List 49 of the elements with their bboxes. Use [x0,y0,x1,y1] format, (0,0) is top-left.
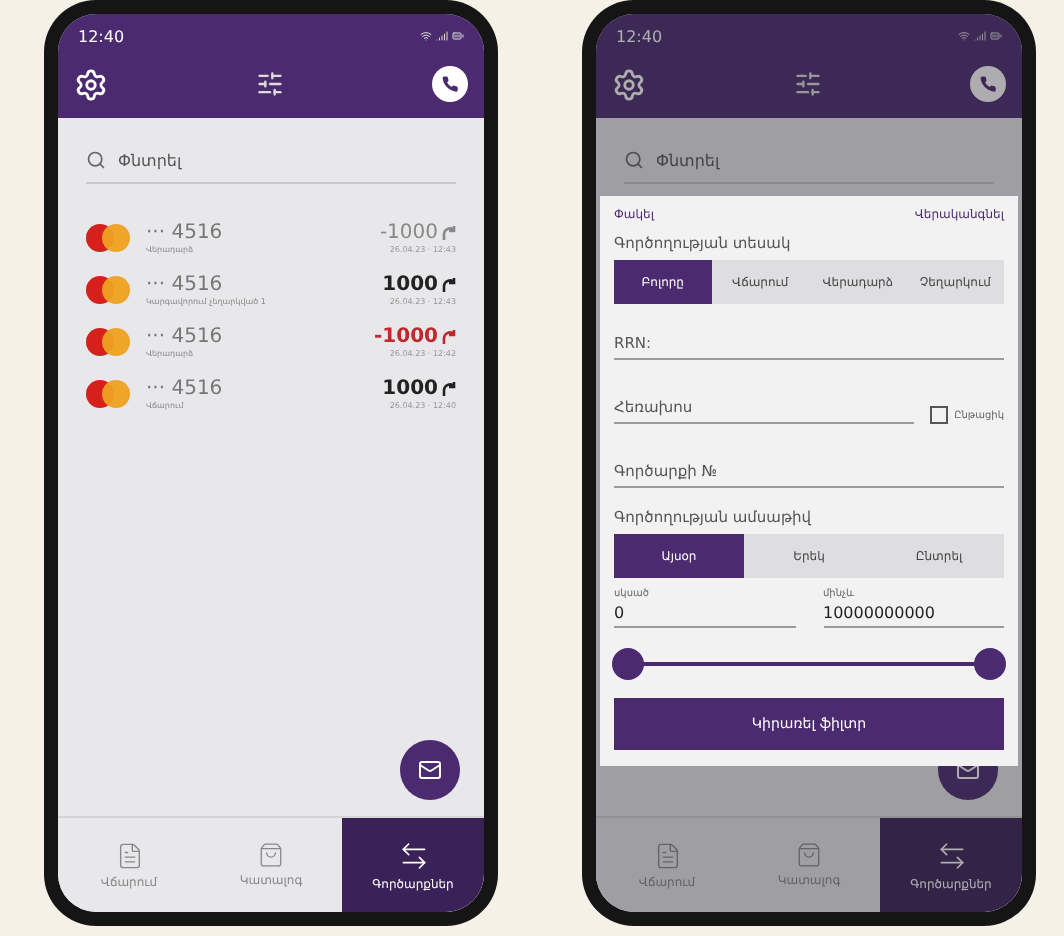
curved-arrow-icon [442,225,456,241]
checkbox[interactable] [930,406,949,424]
search-icon [624,150,644,170]
mail-icon [418,758,442,782]
card-logo-icon [86,380,130,408]
search-placeholder: Փնտրել [118,151,182,169]
phone-icon[interactable] [432,66,468,102]
settings-icon[interactable] [612,67,646,101]
arrows-icon [935,839,967,871]
battery-icon [990,30,1002,42]
phone-icon[interactable] [970,66,1006,102]
wifi-icon [420,30,432,42]
arrows-icon [397,839,429,871]
bag-icon [796,842,822,868]
document-icon [653,841,681,869]
transaction-amount: -1000 [374,326,438,348]
card-number: ··· 4516 [146,326,225,348]
transaction-amount: -1000 [379,222,438,244]
transaction-amount: 1000 [382,378,438,400]
card-number: ··· 4516 [146,378,225,400]
card-number: ··· 4516 [146,274,225,296]
amount-from-field[interactable]: 0 [614,600,795,628]
status-time: 12:40 [616,27,663,45]
card-logo-icon [86,224,130,252]
search-placeholder: Փնտրել [656,151,720,169]
transaction-amount: 1000 [382,274,438,296]
search-icon [86,150,106,170]
signal-icon [974,30,986,42]
search-field[interactable]: Փնտրել [624,142,994,184]
amount-to-field[interactable]: 10000000000 [823,600,1004,628]
curved-arrow-icon [442,329,456,345]
settings-icon[interactable] [74,67,108,101]
curved-arrow-icon [442,381,456,397]
wifi-icon [958,30,970,42]
slider-handle[interactable] [974,648,1006,680]
mail-button[interactable] [400,740,460,800]
slider-handle[interactable] [612,648,644,680]
bag-icon [258,842,284,868]
document-icon [115,841,143,869]
status-time: 12:40 [78,27,125,45]
signal-icon [436,30,448,42]
card-logo-icon [86,276,130,304]
sliders-icon[interactable] [794,70,822,98]
search-field[interactable]: Փնտրել [86,142,456,184]
sliders-icon[interactable] [256,70,284,98]
card-number: ··· 4516 [146,222,225,244]
curved-arrow-icon [442,277,456,293]
battery-icon [452,30,464,42]
card-logo-icon [86,328,130,356]
